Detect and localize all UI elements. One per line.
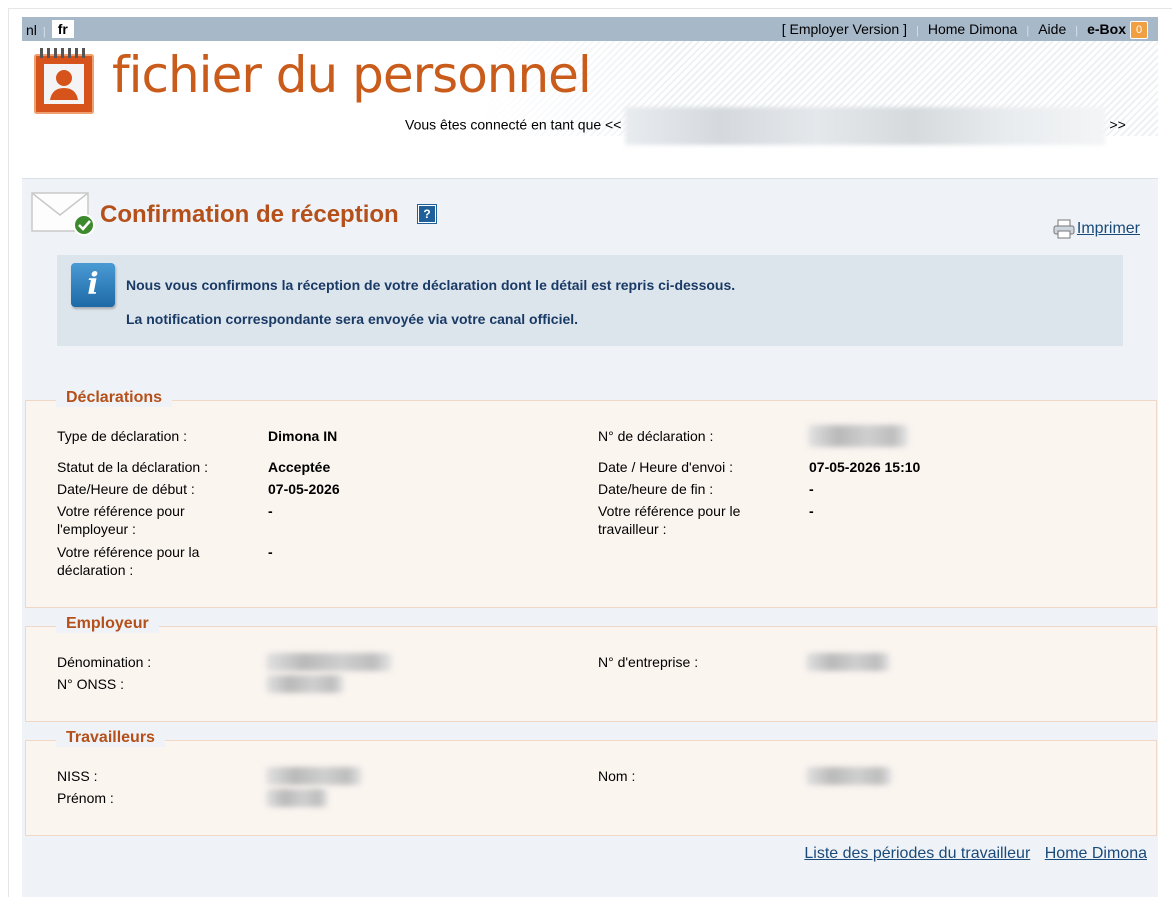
page-title: Confirmation de réception (100, 201, 399, 228)
declarations-legend: Déclarations (56, 389, 173, 407)
last-name-label: Nom : (598, 768, 636, 784)
declaration-reference-label-line2: déclaration : (57, 562, 134, 578)
home-dimona-footer-link[interactable]: Home Dimona (1045, 845, 1147, 862)
redacted-company-number (806, 653, 890, 671)
employer-reference-value: - (268, 503, 273, 519)
employer-reference-label-line2: l'employeur : (57, 521, 136, 537)
redacted-employer-name (266, 653, 392, 671)
workers-legend: Travailleurs (56, 729, 165, 747)
ebox-count-badge[interactable]: 0 (1130, 21, 1148, 39)
declaration-reference-label-line1: Votre référence pour la (57, 544, 200, 560)
personnel-file-logo-icon (34, 48, 94, 114)
status-value: Acceptée (268, 459, 331, 475)
separator: | (1075, 25, 1079, 37)
top-links: [ Employer Version ] | Home Dimona | Aide | e-… (782, 21, 1148, 40)
language-switcher: nl | fr (26, 20, 74, 39)
print-link[interactable]: Imprimer (1053, 219, 1140, 239)
end-datetime-label: Date/heure de fin : (598, 481, 714, 497)
connected-prefix: Vous êtes connecté en tant que << (405, 116, 622, 133)
footer-links: Liste des périodes du travailleur Home D… (794, 845, 1147, 863)
ebox-link[interactable]: e-Box (1087, 21, 1126, 37)
app-logo-text: fichier du personnel (112, 46, 592, 104)
redacted-last-name (806, 767, 892, 785)
worker-periods-link[interactable]: Liste des périodes du travailleur (804, 845, 1030, 862)
employer-reference-label: Votre référence pour l'employeur : (57, 502, 185, 538)
worker-reference-label: Votre référence pour le travailleur : (598, 502, 740, 538)
employer-legend: Employeur (56, 615, 159, 633)
declaration-reference-value: - (268, 544, 273, 560)
connected-suffix: >> (1109, 116, 1126, 133)
declaration-reference-label: Votre référence pour la déclaration : (57, 543, 199, 579)
lang-nl-link[interactable]: nl (26, 22, 37, 38)
end-datetime-value: - (809, 481, 814, 497)
info-line-1: Nous vous confirmons la réception de vot… (126, 277, 736, 293)
worker-reference-label-line2: travailleur : (598, 521, 667, 537)
top-bar: nl | fr [ Employer Version ] | Home Dimona | A… (22, 17, 1158, 41)
separator: | (916, 25, 919, 37)
employer-reference-label-line1: Votre référence pour (57, 503, 185, 519)
send-datetime-value: 07-05-2026 15:10 (809, 459, 921, 475)
employer-name-label: Dénomination : (57, 654, 152, 670)
start-datetime-label: Date/Heure de début : (57, 481, 195, 497)
declarations-section: Déclarations Type de déclaration : Dimon… (25, 389, 1157, 608)
banner: fichier du personnel Vous êtes connecté … (22, 41, 1158, 145)
lang-fr-active[interactable]: fr (51, 20, 74, 38)
worker-reference-label-line1: Votre référence pour le (598, 503, 741, 519)
declaration-number-label: N° de déclaration : (598, 428, 714, 444)
company-number-label: N° d'entreprise : (598, 654, 699, 670)
redacted-user-name (625, 107, 1106, 145)
redacted-declaration-number (808, 425, 908, 447)
first-name-label: Prénom : (57, 790, 114, 806)
info-message-box: i Nous vous confirmons la réception de v… (57, 255, 1123, 346)
send-datetime-label: Date / Heure d'envoi : (598, 459, 733, 475)
type-label: Type de déclaration : (57, 428, 187, 444)
help-icon[interactable]: ? (417, 204, 437, 224)
start-datetime-value: 07-05-2026 (268, 481, 340, 497)
onss-number-label: N° ONSS : (57, 676, 125, 692)
employer-version-link[interactable]: [ Employer Version ] (782, 21, 907, 37)
employer-section: Employeur Dénomination : N° d'entreprise… (25, 615, 1157, 722)
info-icon: i (71, 263, 115, 307)
redacted-onss-number (266, 675, 344, 693)
redacted-first-name (266, 789, 328, 807)
connected-as: Vous êtes connecté en tant que << >> (405, 107, 1126, 145)
aide-link[interactable]: Aide (1038, 21, 1066, 37)
separator: | (1026, 25, 1030, 37)
worker-reference-value: - (809, 503, 814, 519)
printer-icon (1053, 219, 1075, 239)
status-label: Statut de la déclaration : (57, 459, 208, 475)
print-label[interactable]: Imprimer (1077, 220, 1140, 238)
separator: | (42, 26, 46, 38)
info-line-2: La notification correspondante sera envo… (126, 311, 579, 327)
envelope-check-icon (30, 189, 98, 242)
redacted-niss (266, 767, 362, 785)
niss-label: NISS : (57, 768, 98, 784)
workers-section: Travailleurs NISS : Nom : Prénom : (25, 729, 1157, 836)
home-dimona-link[interactable]: Home Dimona (928, 21, 1017, 37)
type-value: Dimona IN (268, 428, 338, 444)
